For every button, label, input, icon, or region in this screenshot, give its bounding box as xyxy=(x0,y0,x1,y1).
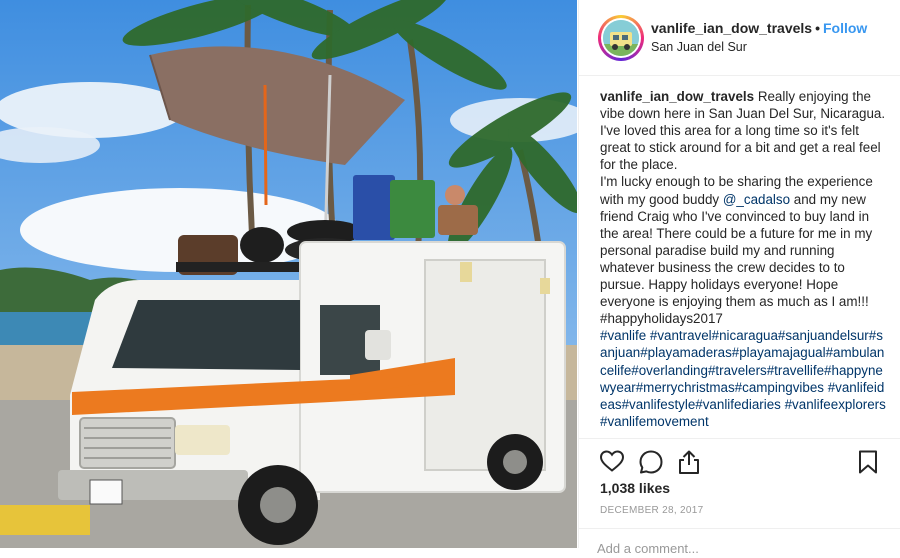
separator-dot: • xyxy=(815,20,820,36)
bookmark-icon[interactable] xyxy=(857,449,879,480)
avatar[interactable] xyxy=(598,15,644,61)
caption-text-2b: and my new friend Craig who I've convinc… xyxy=(600,191,873,327)
post-details-panel: vanlife_ian_dow_travels • Follow San Juan … xyxy=(578,0,900,556)
comment-bar xyxy=(579,528,900,558)
comment-input[interactable] xyxy=(597,541,877,556)
caption-username-link[interactable]: vanlife_ian_dow_travels xyxy=(600,89,754,104)
post-author-line: vanlife_ian_dow_travels • Follow xyxy=(651,20,867,36)
heart-icon[interactable] xyxy=(599,449,625,478)
camper-van-photo xyxy=(0,0,577,548)
post-photo[interactable] xyxy=(0,0,577,548)
avatar-frame xyxy=(601,18,641,58)
post-header: vanlife_ian_dow_travels • Follow San Juan … xyxy=(579,0,900,76)
caption-paragraph-1: vanlife_ian_dow_travels Really enjoying … xyxy=(600,88,890,173)
caption-paragraph-2: I'm lucky enough to be sharing the exper… xyxy=(600,173,890,327)
post-location-link[interactable]: San Juan del Sur xyxy=(651,40,747,54)
post-date: DECEMBER 28, 2017 xyxy=(600,505,704,516)
likes-count[interactable]: 1,038 likes xyxy=(600,480,670,496)
mention-link[interactable]: @_cadalso xyxy=(723,192,790,207)
comment-bubble-icon[interactable] xyxy=(638,449,664,480)
post-username-link[interactable]: vanlife_ian_dow_travels xyxy=(651,20,812,36)
van-avatar-icon xyxy=(603,20,639,56)
caption-hashtags[interactable]: #vanlife #vantravel#nicaragua#sanjuandel… xyxy=(600,327,890,430)
follow-button[interactable]: Follow xyxy=(823,20,867,36)
action-bar xyxy=(579,438,900,482)
avatar-image xyxy=(603,20,639,56)
share-icon[interactable] xyxy=(677,449,701,480)
post-caption: vanlife_ian_dow_travels Really enjoying … xyxy=(600,88,890,433)
